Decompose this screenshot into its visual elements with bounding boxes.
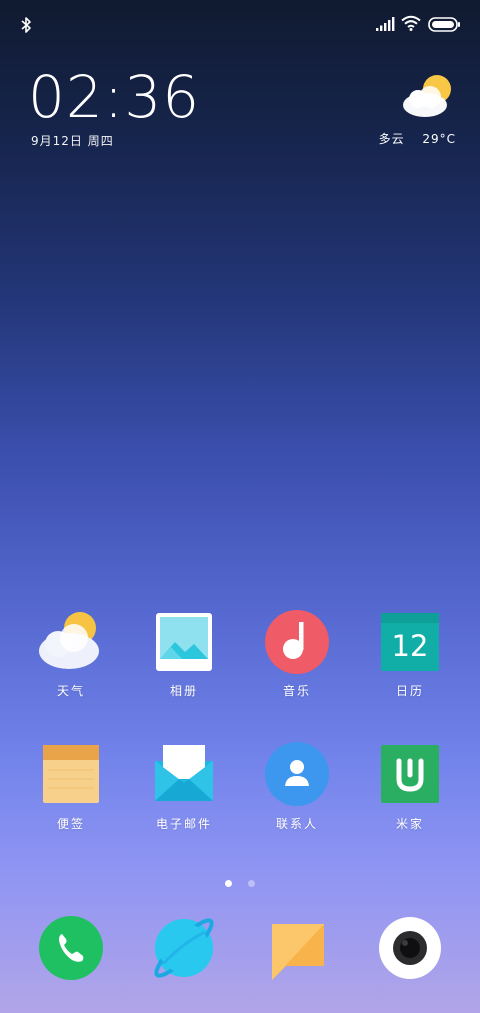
message-icon[interactable] xyxy=(262,912,332,982)
page-indicator[interactable] xyxy=(0,872,480,891)
clock-time[interactable]: 02:36 xyxy=(28,62,200,132)
gallery-app-icon[interactable] xyxy=(149,606,219,676)
app-label: 日历 xyxy=(395,684,424,698)
notes-app-icon[interactable] xyxy=(36,739,106,809)
app-label: 音乐 xyxy=(282,684,311,698)
calendar-app-icon[interactable]: 12 xyxy=(375,606,445,676)
dock-messages[interactable] xyxy=(247,912,347,982)
browser-planet-icon[interactable] xyxy=(149,912,219,982)
contacts-app-icon[interactable] xyxy=(262,739,332,809)
weather-summary[interactable]: 多云 29°C xyxy=(379,130,456,147)
clock-date[interactable]: 9月12日 周四 xyxy=(31,132,114,149)
app-notes[interactable]: 便签 xyxy=(21,739,121,832)
app-contacts[interactable]: 联系人 xyxy=(247,739,347,832)
app-mijia[interactable]: 米家 xyxy=(360,739,460,832)
app-label: 天气 xyxy=(56,684,85,698)
weather-app-icon[interactable] xyxy=(36,606,106,676)
dock-camera[interactable] xyxy=(360,912,460,982)
app-label: 电子邮件 xyxy=(155,817,212,831)
app-gallery[interactable]: 相册 xyxy=(134,606,234,699)
app-calendar[interactable]: 12 日历 xyxy=(360,606,460,699)
app-email[interactable]: 电子邮件 xyxy=(134,739,234,832)
weather-temperature: 29°C xyxy=(422,132,456,146)
app-label: 相册 xyxy=(169,684,198,698)
status-bar xyxy=(0,0,480,50)
music-app-icon[interactable] xyxy=(262,606,332,676)
weather-widget[interactable]: 多云 29°C xyxy=(336,72,456,162)
page-dot-active[interactable] xyxy=(225,880,233,887)
dock-phone[interactable] xyxy=(21,912,121,982)
phone-icon[interactable] xyxy=(36,912,106,982)
weather-description: 多云 xyxy=(378,132,405,146)
camera-icon[interactable] xyxy=(375,912,445,982)
app-label: 便签 xyxy=(56,817,85,831)
dock-browser[interactable] xyxy=(134,912,234,982)
page-dot[interactable] xyxy=(247,880,255,887)
calendar-day: 12 xyxy=(392,629,429,663)
battery-icon xyxy=(428,17,460,32)
partly-cloudy-icon[interactable] xyxy=(400,72,456,120)
email-app-icon[interactable] xyxy=(149,739,219,809)
app-music[interactable]: 音乐 xyxy=(247,606,347,699)
app-label: 米家 xyxy=(395,817,424,831)
bluetooth-icon xyxy=(21,17,31,33)
signal-bars-icon xyxy=(376,17,395,31)
app-label: 联系人 xyxy=(275,817,318,831)
app-weather[interactable]: 天气 xyxy=(21,606,121,699)
mijia-app-icon[interactable] xyxy=(375,739,445,809)
wifi-icon xyxy=(401,15,421,31)
clock-widget[interactable]: 02:36 9月12日 周四 xyxy=(28,62,278,162)
